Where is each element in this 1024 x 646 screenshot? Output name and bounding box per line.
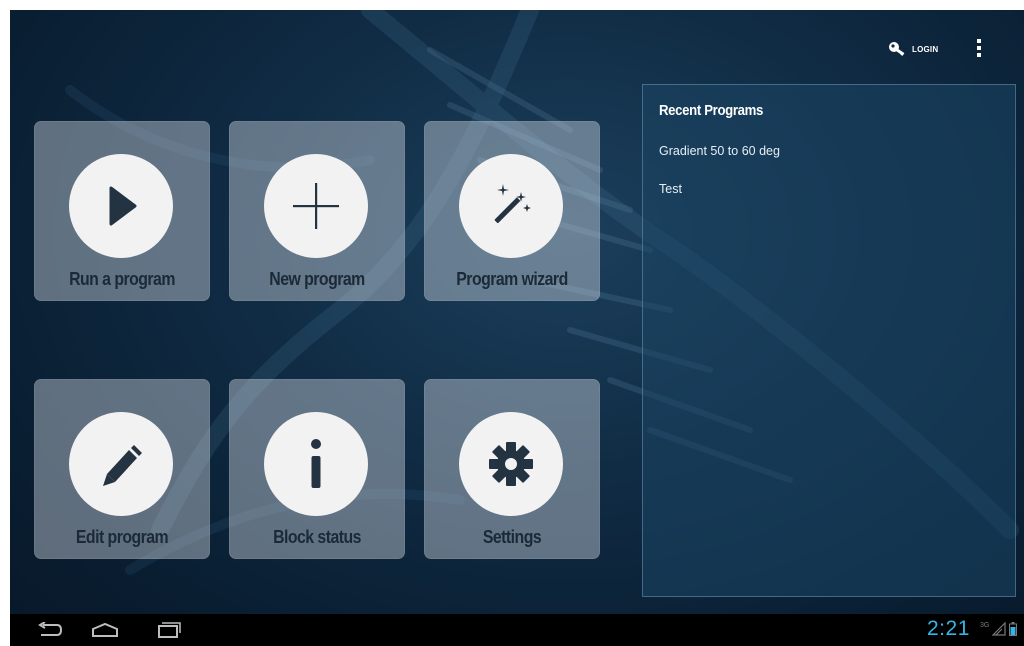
recent-programs-panel: Recent Programs Gradient 50 to 60 deg Te… bbox=[642, 84, 1016, 597]
magic-wand-icon bbox=[459, 154, 563, 258]
program-wizard-tile[interactable]: Program wizard bbox=[424, 121, 600, 301]
block-status-label: Block status bbox=[273, 527, 361, 547]
battery-icon bbox=[1009, 622, 1018, 636]
settings-tile[interactable]: Settings bbox=[424, 379, 600, 559]
edit-program-label: Edit program bbox=[75, 527, 169, 547]
edit-program-tile[interactable]: Edit program bbox=[34, 379, 210, 559]
key-icon bbox=[889, 42, 905, 56]
run-program-tile[interactable]: Run a program bbox=[34, 121, 210, 301]
new-program-tile[interactable]: New program bbox=[229, 121, 405, 301]
play-icon bbox=[69, 154, 173, 258]
run-program-label: Run a program bbox=[69, 269, 175, 289]
network-type-label: 3G bbox=[980, 621, 990, 629]
recent-program-item[interactable]: Test bbox=[659, 182, 682, 196]
block-status-tile[interactable]: Block status bbox=[229, 379, 405, 559]
clock[interactable]: 2:21 bbox=[927, 617, 970, 641]
login-label: LOGIN bbox=[912, 44, 939, 54]
info-icon bbox=[264, 412, 368, 516]
home-icon[interactable] bbox=[89, 620, 121, 640]
status-icons: 3G bbox=[980, 621, 1018, 636]
new-program-label: New program bbox=[269, 269, 365, 289]
overflow-menu-icon[interactable] bbox=[972, 36, 986, 60]
system-navigation-bar: 2:21 3G bbox=[10, 614, 1024, 646]
gear-icon bbox=[459, 412, 563, 516]
recent-apps-icon[interactable] bbox=[154, 620, 182, 640]
program-wizard-label: Program wizard bbox=[456, 269, 568, 289]
plus-icon bbox=[264, 154, 368, 258]
recent-programs-title: Recent Programs bbox=[659, 102, 764, 119]
back-icon[interactable] bbox=[36, 620, 64, 640]
pencil-icon bbox=[69, 412, 173, 516]
settings-label: Settings bbox=[482, 527, 542, 547]
login-button[interactable]: LOGIN bbox=[888, 38, 938, 60]
recent-program-item[interactable]: Gradient 50 to 60 deg bbox=[659, 144, 780, 158]
signal-icon bbox=[992, 622, 1006, 636]
app-screen: LOGIN Run a program New program Program … bbox=[10, 10, 1024, 646]
